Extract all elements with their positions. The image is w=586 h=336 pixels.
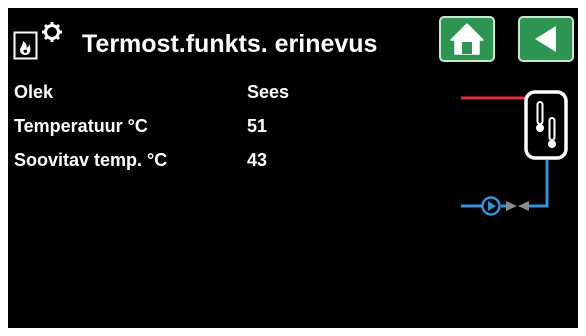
back-button[interactable] [518,16,574,62]
param-label: Soovitav temp. °C [14,150,168,170]
param-label: Temperatuur °C [14,116,148,136]
valve-icon [506,201,529,211]
tank-thermometer-icon [524,90,568,160]
param-value: Sees [247,82,290,102]
param-value: 43 [247,150,268,170]
cold-pipe-3 [529,160,549,208]
display-screen: Termost.funkts. erinevus Olek Sees Tempe… [8,8,578,328]
pump-icon [481,196,501,216]
home-icon [450,23,484,55]
page-title: Termost.funkts. erinevus [82,30,378,58]
back-arrow-icon [535,26,556,52]
param-row-temperature[interactable]: Temperatuur °C 51 [8,116,308,142]
param-row-desired-temperature[interactable]: Soovitav temp. °C 43 [8,150,308,176]
param-value: 51 [247,116,268,136]
home-button[interactable] [439,16,495,62]
header: Termost.funkts. erinevus [8,8,578,80]
param-label: Olek [14,82,54,102]
flame-gear-icon [13,22,67,60]
param-row-status[interactable]: Olek Sees [8,82,308,108]
system-schematic [453,88,578,228]
